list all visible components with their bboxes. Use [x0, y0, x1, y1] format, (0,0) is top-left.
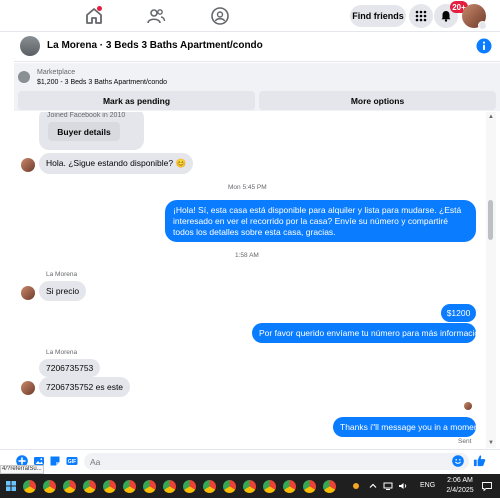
chat-header: La Morena · 3 Beds 3 Baths Apartment/con… — [14, 32, 500, 62]
message-input[interactable] — [84, 453, 469, 470]
sticker-icon[interactable] — [49, 455, 61, 467]
message-thread[interactable]: Joined Facebook in 2010 Buyer details Ho… — [14, 112, 486, 448]
chrome-taskbar-icon[interactable] — [223, 480, 236, 493]
clock-date[interactable]: 2/4/2025 — [443, 487, 477, 494]
emoji-icon[interactable] — [452, 455, 464, 467]
message-composer: GIF — [0, 449, 500, 472]
chrome-taskbar-icon[interactable] — [163, 480, 176, 493]
buyer-details-button[interactable]: Buyer details — [48, 122, 120, 141]
volume-icon[interactable] — [398, 481, 408, 491]
message-bubble-outgoing[interactable]: $1200 — [441, 304, 476, 322]
account-caret-icon[interactable] — [478, 21, 487, 30]
listing-thumbnail[interactable] — [20, 36, 40, 56]
menu-button[interactable] — [409, 4, 433, 28]
gif-icon[interactable]: GIF — [66, 455, 78, 467]
seen-indicator-avatar — [464, 402, 472, 410]
message-bubble-incoming[interactable]: Hola. ¿Sigue estando disponible? 😊 — [39, 153, 194, 174]
chrome-taskbar-icon[interactable] — [43, 480, 56, 493]
message-bubble-outgoing[interactable]: Por favor querido envíame tu número para… — [252, 323, 486, 343]
mark-as-pending-button[interactable]: Mark as pending — [18, 91, 255, 110]
chrome-taskbar-icon[interactable] — [323, 480, 336, 493]
chevron-up-icon[interactable] — [368, 481, 378, 491]
status-bar-url: 4/?referralSu... — [0, 465, 44, 474]
find-friends-button[interactable]: Find friends — [350, 5, 406, 27]
language-indicator[interactable]: ENG — [420, 482, 435, 489]
sender-name: La Morena — [46, 349, 78, 356]
avatar[interactable] — [21, 158, 35, 172]
avatar[interactable] — [21, 286, 35, 300]
weather-icon[interactable] — [351, 481, 361, 491]
chrome-taskbar-icon[interactable] — [303, 480, 316, 493]
timestamp: 1:58 AM — [235, 252, 259, 259]
messenger-window: Find friends 20+ La Morena · 3 Beds 3 Ba… — [0, 0, 500, 498]
message-bubble-incoming[interactable]: 7206735752 es este — [39, 377, 131, 397]
notification-center-icon[interactable] — [482, 482, 492, 491]
bell-icon — [441, 11, 451, 22]
scrollbar-thumb[interactable] — [488, 200, 493, 240]
windows-start-icon[interactable] — [6, 481, 16, 491]
windows-taskbar: ENG 2:06 AM 2/4/2025 — [0, 474, 500, 498]
chrome-taskbar-icon[interactable] — [203, 480, 216, 493]
groups-icon[interactable] — [210, 6, 230, 26]
message-bubble-outgoing[interactable]: Thanks i"ll message you in a moment — [333, 417, 481, 437]
chrome-taskbar-icon[interactable] — [103, 480, 116, 493]
friends-icon[interactable] — [146, 6, 166, 26]
chrome-taskbar-icon[interactable] — [23, 480, 36, 493]
info-icon[interactable] — [476, 38, 492, 54]
marketplace-label: Marketplace — [37, 69, 76, 76]
joined-facebook-text: Joined Facebook in 2010 — [47, 112, 126, 119]
chrome-taskbar-icon[interactable] — [63, 480, 76, 493]
chrome-taskbar-icon[interactable] — [283, 480, 296, 493]
scrollbar[interactable] — [486, 112, 496, 448]
like-thumb-icon[interactable] — [473, 454, 486, 467]
marketplace-thumbnail — [18, 71, 30, 83]
scroll-up-arrow-icon[interactable]: ▲ — [487, 113, 495, 121]
more-options-button[interactable]: More options — [259, 91, 496, 110]
svg-text:GIF: GIF — [68, 459, 76, 465]
marketplace-banner: Marketplace $1,200 - 3 Beds 3 Baths Apar… — [14, 63, 500, 111]
timestamp: Mon 5:45 PM — [228, 184, 267, 191]
message-bubble-incoming[interactable]: Si precio — [39, 281, 87, 301]
top-nav-bar: Find friends 20+ — [0, 0, 500, 32]
chrome-taskbar-icon[interactable] — [123, 480, 136, 493]
chrome-taskbar-icon[interactable] — [243, 480, 256, 493]
chrome-taskbar-icon[interactable] — [83, 480, 96, 493]
avatar[interactable] — [21, 381, 35, 395]
menu-grid-icon — [415, 10, 427, 22]
chrome-taskbar-icon[interactable] — [263, 480, 276, 493]
listing-detail[interactable]: $1,200 - 3 Beds 3 Baths Apartment/condo — [37, 79, 167, 86]
scroll-down-arrow-icon[interactable]: ▼ — [487, 439, 495, 447]
message-bubble-incoming[interactable]: 7206735753 — [39, 359, 101, 377]
chrome-taskbar-icon[interactable] — [183, 480, 196, 493]
message-bubble-outgoing[interactable]: ¡Hola! Sí, esta casa está disponible par… — [165, 200, 476, 242]
sender-name: La Morena — [46, 271, 78, 278]
buyer-profile-card: Joined Facebook in 2010 Buyer details — [39, 112, 144, 150]
sent-status: Sent — [458, 438, 472, 445]
clock-time[interactable]: 2:06 AM — [445, 477, 475, 484]
chrome-taskbar-icon[interactable] — [143, 480, 156, 493]
chat-title[interactable]: La Morena · 3 Beds 3 Baths Apartment/con… — [47, 40, 263, 51]
home-notification-dot — [97, 6, 102, 11]
network-icon[interactable] — [383, 481, 393, 491]
